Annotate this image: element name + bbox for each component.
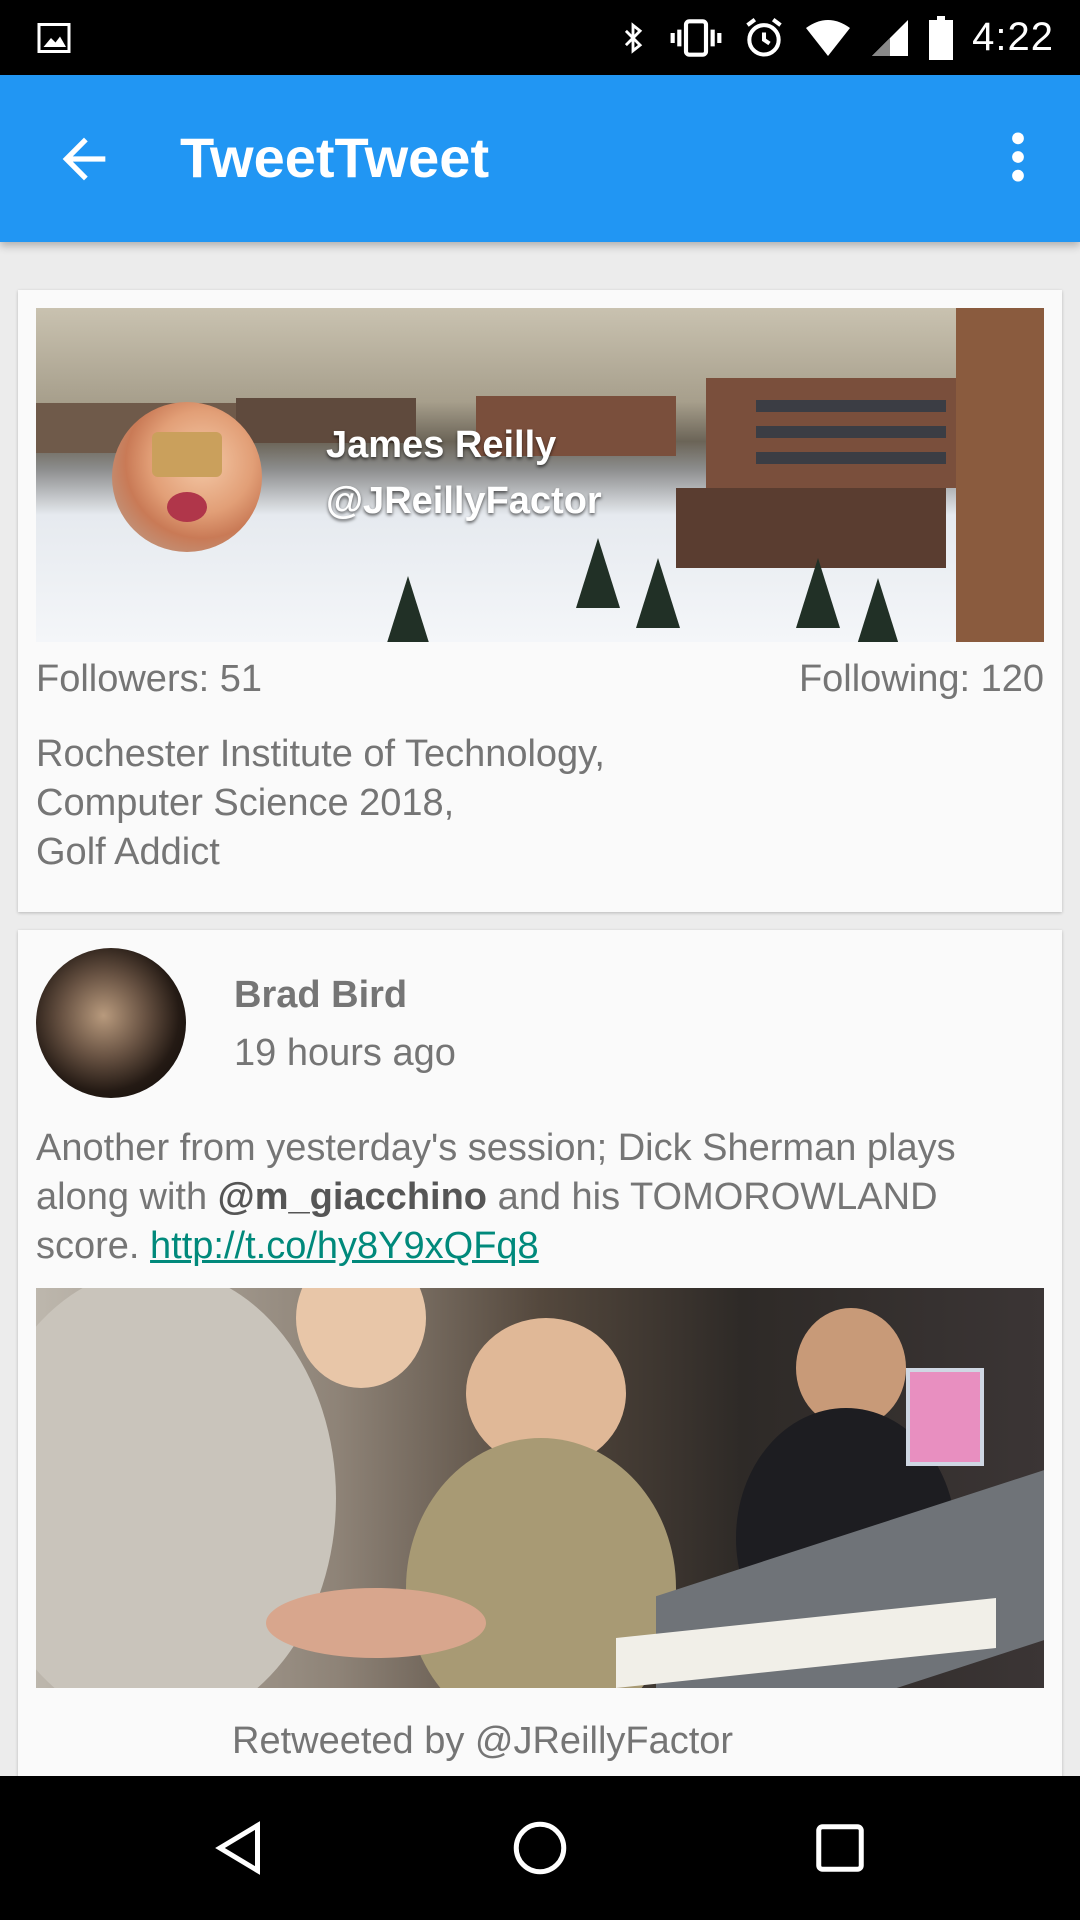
profile-banner-image: James Reilly @JReillyFactor (36, 308, 1044, 642)
retweeted-by-label: Retweeted by @JReillyFactor (232, 1720, 734, 1762)
clock: 4:22 (972, 15, 1054, 59)
tweet-author-name: Brad Bird (234, 974, 408, 1016)
back-triangle-icon[interactable] (210, 1818, 270, 1878)
profile-bio: Rochester Institute of Technology, Compu… (36, 730, 1036, 877)
following-count[interactable]: Following: 120 (799, 658, 1044, 701)
vibrate-icon (668, 18, 724, 58)
bluetooth-icon (616, 18, 650, 58)
status-bar: 4:22 (0, 0, 1080, 75)
bio-line: Rochester Institute of Technology, (36, 733, 605, 775)
home-circle-icon[interactable] (510, 1818, 570, 1878)
tweet-card[interactable]: Brad Bird 19 hours ago Another from yest… (18, 930, 1062, 1776)
tweet-link[interactable]: http://t.co/hy8Y9xQFq8 (150, 1225, 539, 1267)
tweet-mention[interactable]: @m_giacchino (218, 1176, 487, 1218)
profile-avatar[interactable] (112, 402, 262, 552)
app-bar: TweetTweet (0, 75, 1080, 242)
profile-card: James Reilly @JReillyFactor Followers: 5… (18, 290, 1062, 912)
profile-name: James Reilly (326, 424, 557, 466)
followers-count[interactable]: Followers: 51 (36, 658, 262, 701)
alarm-icon (742, 16, 786, 60)
tweet-media-image[interactable] (36, 1288, 1044, 1688)
tweet-author-avatar[interactable] (36, 948, 186, 1098)
recents-square-icon[interactable] (810, 1818, 870, 1878)
bio-line: Computer Science 2018, (36, 782, 455, 824)
tweet-timestamp: 19 hours ago (234, 1032, 456, 1074)
battery-icon (928, 15, 954, 60)
arrow-back-icon[interactable] (52, 127, 116, 191)
tweet-text: Another from yesterday's session; Dick S… (36, 1124, 1046, 1271)
app-title: TweetTweet (180, 126, 490, 189)
bio-line: Golf Addict (36, 831, 220, 873)
more-vert-icon[interactable] (986, 125, 1050, 189)
status-icons: 4:22 (616, 0, 1080, 75)
wifi-icon (804, 18, 852, 58)
signal-icon (870, 18, 910, 58)
navigation-bar (0, 1776, 1080, 1920)
content-scroll[interactable]: James Reilly @JReillyFactor Followers: 5… (0, 242, 1080, 1776)
image-icon (37, 23, 71, 53)
profile-handle: @JReillyFactor (326, 480, 602, 522)
